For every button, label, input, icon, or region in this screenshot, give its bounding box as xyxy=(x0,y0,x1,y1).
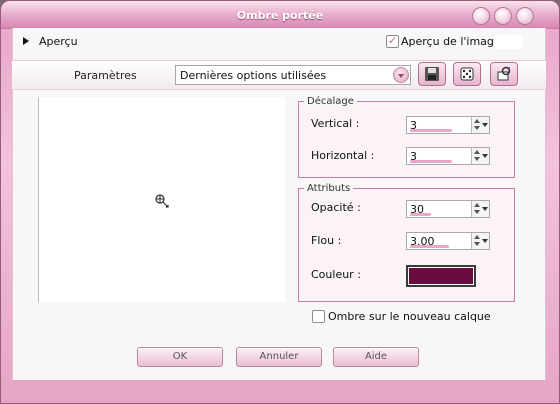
close-button[interactable] xyxy=(516,7,534,25)
reset-icon xyxy=(497,66,511,81)
opacite-stepper[interactable] xyxy=(471,201,481,217)
flou-spinbox[interactable]: 3.00 xyxy=(406,232,490,250)
title-bar[interactable]: Ombre portée xyxy=(1,1,559,29)
vertical-slider-bar[interactable] xyxy=(410,129,452,132)
parameters-label: Paramètres xyxy=(74,69,137,82)
dropdown-arrow-icon[interactable] xyxy=(393,67,409,83)
minimize-button[interactable] xyxy=(472,7,490,25)
preset-dropdown[interactable]: Dernières options utilisées xyxy=(175,65,411,85)
random-button[interactable] xyxy=(453,62,481,86)
opacite-dropdown-arrow-icon[interactable] xyxy=(481,201,489,217)
horizontal-spinbox[interactable]: 3 xyxy=(406,147,490,165)
ok-button[interactable]: OK xyxy=(137,347,223,367)
reset-button[interactable] xyxy=(490,62,518,86)
apercu-image-field xyxy=(494,35,522,49)
flou-dropdown-arrow-icon[interactable] xyxy=(481,233,489,249)
save-preset-button[interactable] xyxy=(418,62,446,86)
flou-stepper[interactable] xyxy=(471,233,481,249)
dice-icon xyxy=(460,67,474,81)
flou-label: Flou : xyxy=(311,234,342,247)
vertical-stepper[interactable] xyxy=(471,117,481,133)
couleur-label: Couleur : xyxy=(311,268,361,281)
expand-triangle-icon[interactable] xyxy=(23,37,29,45)
aide-button[interactable]: Aide xyxy=(333,347,419,367)
preset-value: Dernières options utilisées xyxy=(180,69,327,82)
horizontal-stepper[interactable] xyxy=(471,148,481,164)
ombre-nouveau-calque-checkbox[interactable] xyxy=(312,310,325,323)
horizontal-dropdown-arrow-icon[interactable] xyxy=(481,148,489,164)
pan-cursor-icon xyxy=(155,194,169,208)
color-swatch[interactable] xyxy=(406,265,476,287)
annuler-button[interactable]: Annuler xyxy=(236,347,322,367)
opacite-spinbox[interactable]: 30 xyxy=(406,200,490,218)
apercu-image-label: Aperçu de l'image xyxy=(401,35,501,48)
opacite-label: Opacité : xyxy=(311,201,361,214)
horizontal-slider-bar[interactable] xyxy=(410,160,452,163)
maximize-button[interactable] xyxy=(494,7,512,25)
vertical-spinbox[interactable]: 3 xyxy=(406,116,490,134)
decalage-title: Décalage xyxy=(304,96,357,107)
vertical-dropdown-arrow-icon[interactable] xyxy=(481,117,489,133)
decalage-group xyxy=(298,101,515,178)
ombre-nouveau-calque-label: Ombre sur le nouveau calque xyxy=(328,310,491,323)
apercu-toggle-label[interactable]: Aperçu xyxy=(39,35,78,48)
save-icon xyxy=(425,67,439,81)
opacite-slider-bar[interactable] xyxy=(410,213,431,216)
vertical-label: Vertical : xyxy=(311,117,360,130)
horizontal-label: Horizontal : xyxy=(311,149,375,162)
apercu-image-checkbox[interactable] xyxy=(386,34,399,48)
attributs-title: Attributs xyxy=(304,183,354,194)
flou-slider-bar[interactable] xyxy=(410,245,449,248)
